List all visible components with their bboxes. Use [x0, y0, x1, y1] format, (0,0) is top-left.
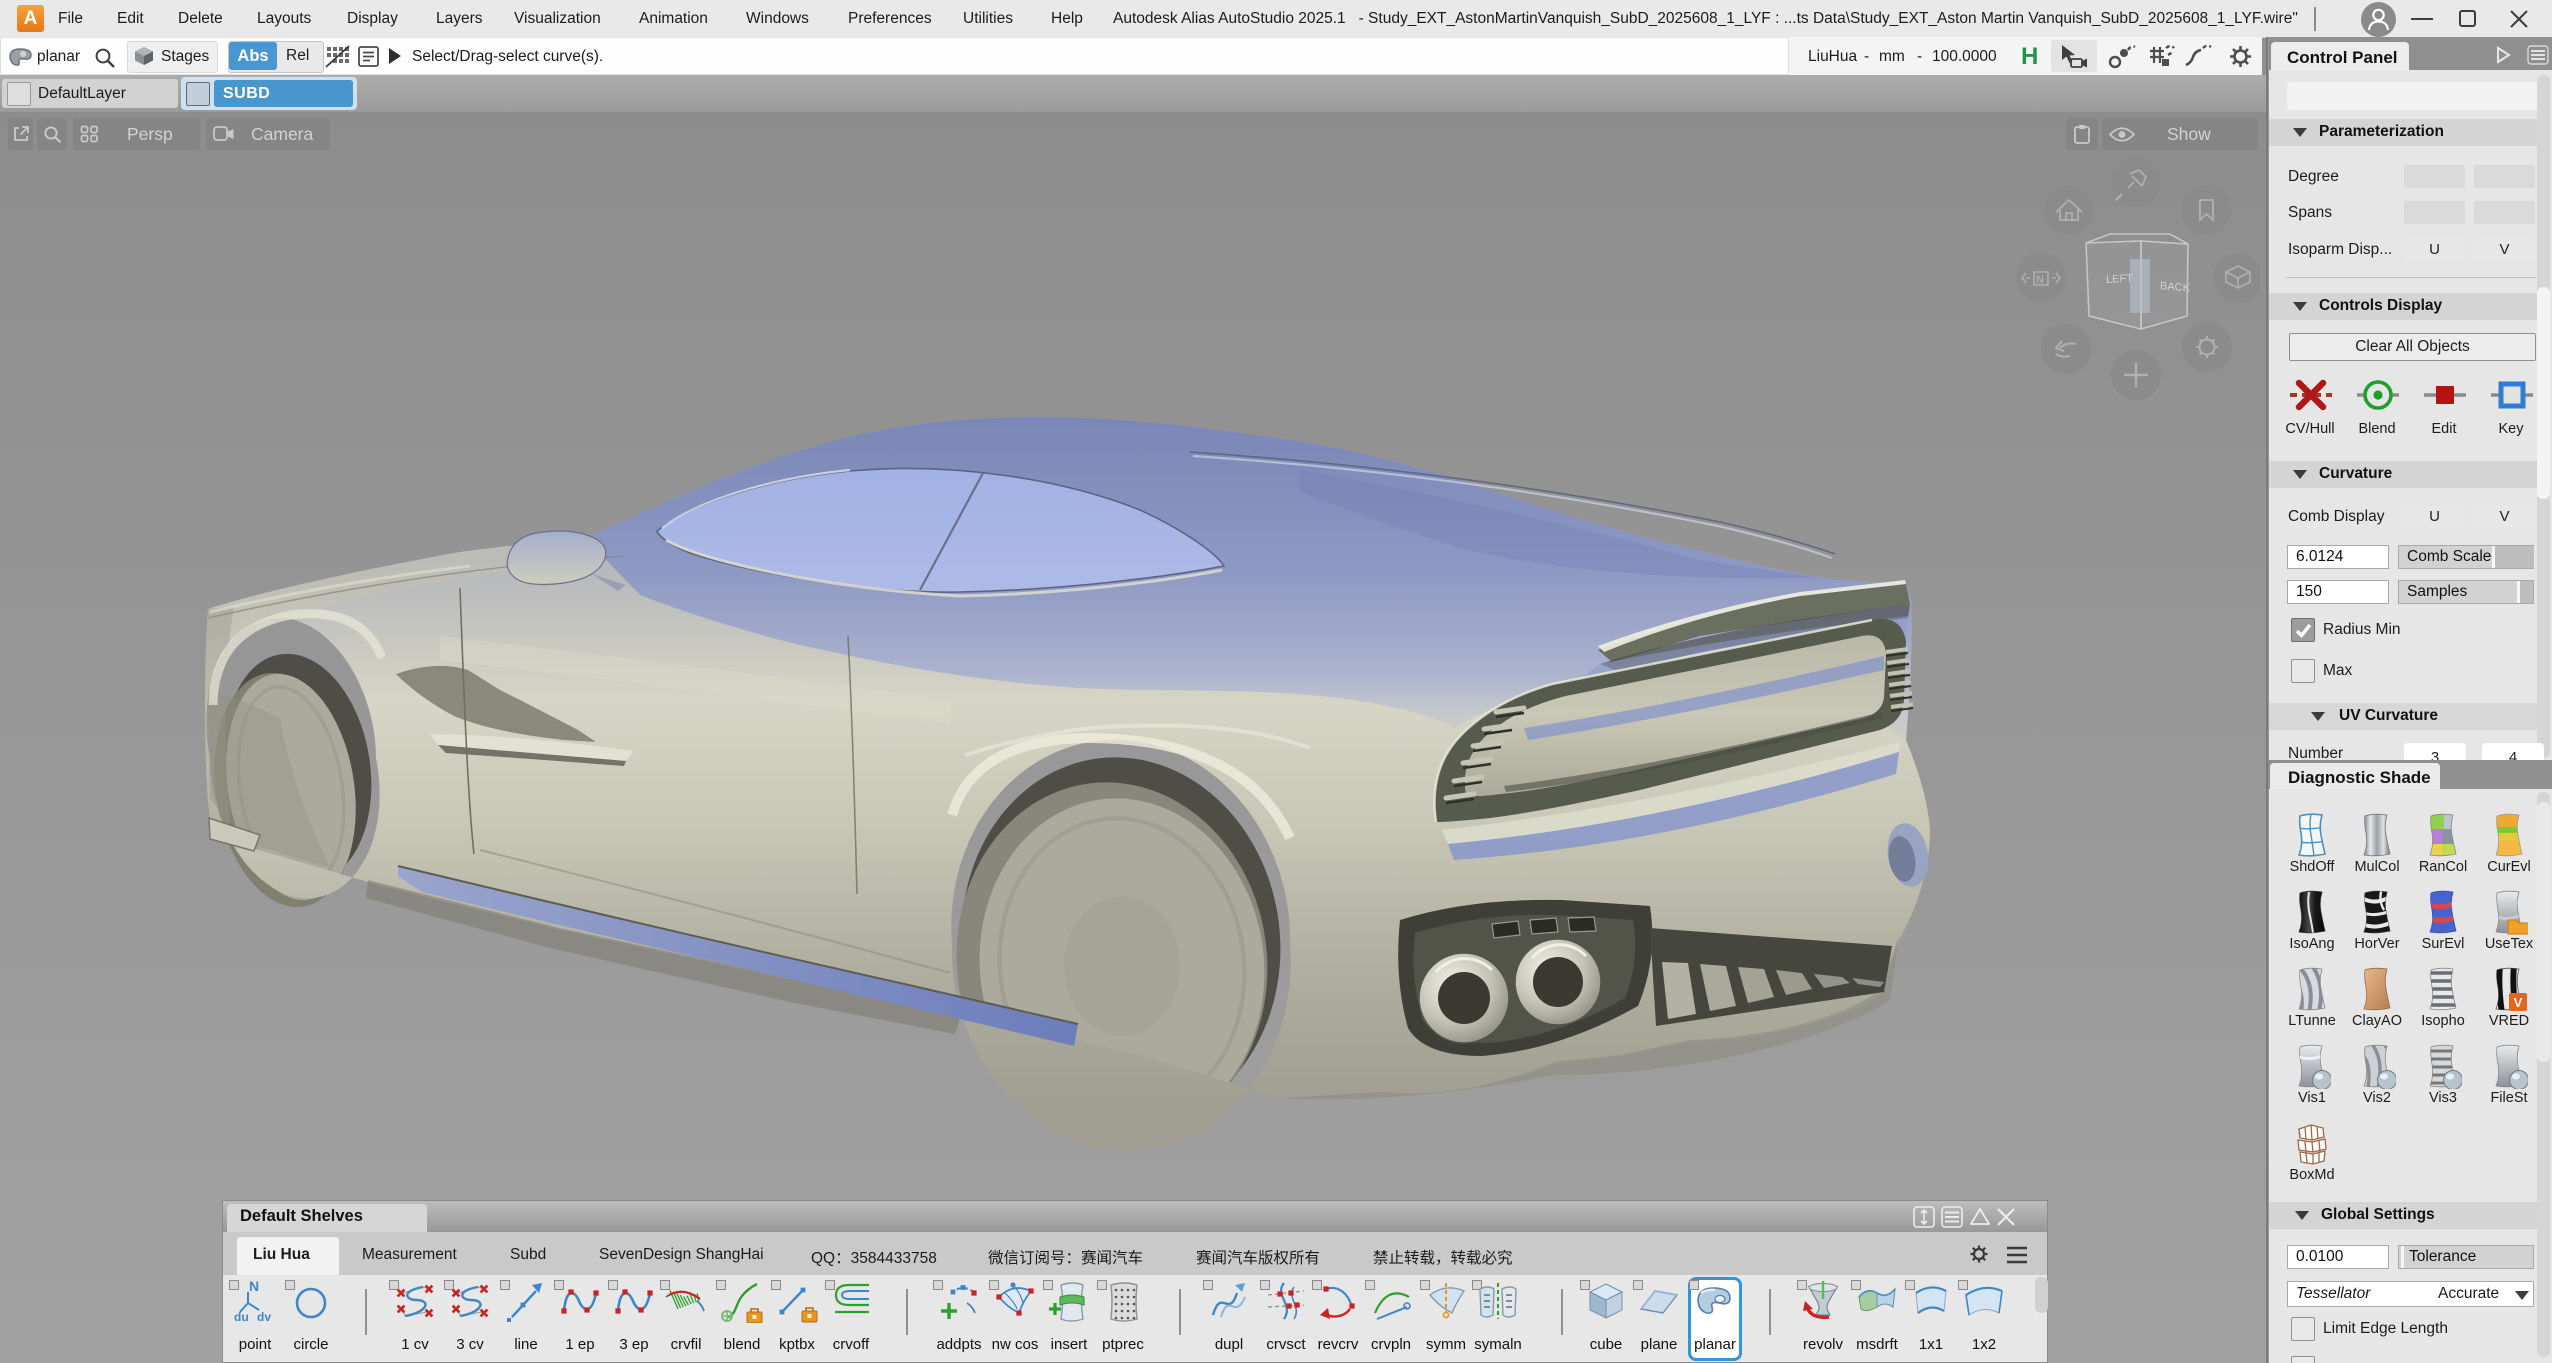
- svg-text:N: N: [249, 1279, 259, 1294]
- svg-text:LEFT: LEFT: [2106, 273, 2133, 286]
- svg-text:du: du: [234, 1310, 249, 1323]
- svg-text:N: N: [2036, 274, 2044, 286]
- svg-text:dv: dv: [257, 1310, 271, 1323]
- svg-text:V: V: [2514, 995, 2523, 1010]
